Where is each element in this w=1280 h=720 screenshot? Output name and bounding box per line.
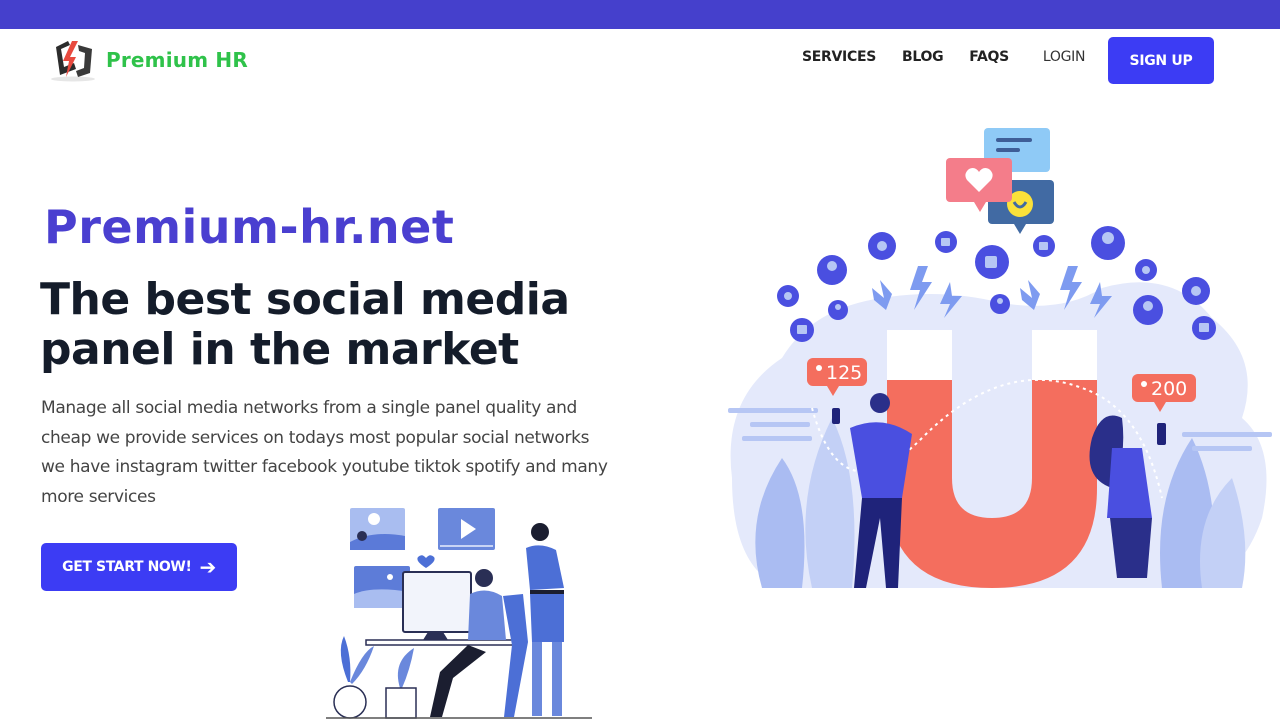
- plant-icon: [385, 648, 417, 719]
- heart-icon: [1135, 259, 1157, 281]
- nav-faqs[interactable]: FAQS: [969, 49, 1009, 65]
- nav-blog[interactable]: BLOG: [902, 49, 944, 65]
- logo[interactable]: Premium HR: [48, 37, 248, 83]
- user-icon: [1141, 381, 1147, 387]
- like-icon: [790, 318, 814, 342]
- like-icon: [935, 231, 957, 253]
- night-card-icon: [354, 566, 410, 608]
- heart-icon: [1182, 277, 1210, 305]
- social-bubbles: [946, 128, 1054, 234]
- user-icon: [1091, 226, 1125, 260]
- headline-line-1: The best social media: [40, 274, 570, 325]
- user-icon: [817, 255, 847, 285]
- like-icon: [1033, 235, 1055, 257]
- get-started-label: GET START NOW!: [62, 559, 192, 575]
- user-icon: [816, 365, 822, 371]
- office-illustration: [326, 508, 592, 719]
- user-icon: [1133, 295, 1163, 325]
- video-card-icon: [438, 508, 495, 550]
- logo-icon: [51, 41, 95, 82]
- like-icon: [975, 245, 1009, 279]
- nav-services[interactable]: SERVICES: [802, 49, 876, 65]
- like-icon: [1192, 316, 1216, 340]
- site-name: Premium-hr.net: [44, 200, 455, 254]
- headline-line-2: panel in the market: [40, 324, 519, 375]
- desk: [365, 639, 527, 646]
- computer-icon: [402, 571, 472, 640]
- badge-right-count: 200: [1151, 378, 1187, 400]
- nav-login[interactable]: LOGIN: [1043, 49, 1086, 65]
- standing-woman: [526, 523, 564, 716]
- user-icon: [990, 294, 1010, 314]
- hero-headline: The best social media panel in the marke…: [40, 275, 640, 375]
- badge-left-count: 125: [826, 362, 862, 384]
- plant-icon: [333, 636, 374, 719]
- photo-card-icon: [350, 508, 405, 550]
- user-icon: [828, 300, 848, 320]
- hero-description: Manage all social media networks from a …: [41, 398, 608, 507]
- heart-icon: [417, 555, 435, 568]
- logo-text: Premium HR: [106, 48, 248, 72]
- navbar: Premium HR SERVICES BLOG FAQS LOGIN SIGN…: [0, 29, 1280, 91]
- heart-icon: [777, 285, 799, 307]
- get-started-button[interactable]: GET START NOW! ➔: [41, 543, 237, 591]
- sign-up-button[interactable]: SIGN UP: [1108, 37, 1214, 84]
- arrow-right-icon: ➔: [199, 555, 216, 579]
- magnet-illustration: 125 200: [728, 128, 1272, 588]
- heart-icon: [868, 232, 896, 260]
- top-accent-bar: [0, 0, 1280, 29]
- nav-links: SERVICES BLOG FAQS LOGIN: [802, 49, 1085, 65]
